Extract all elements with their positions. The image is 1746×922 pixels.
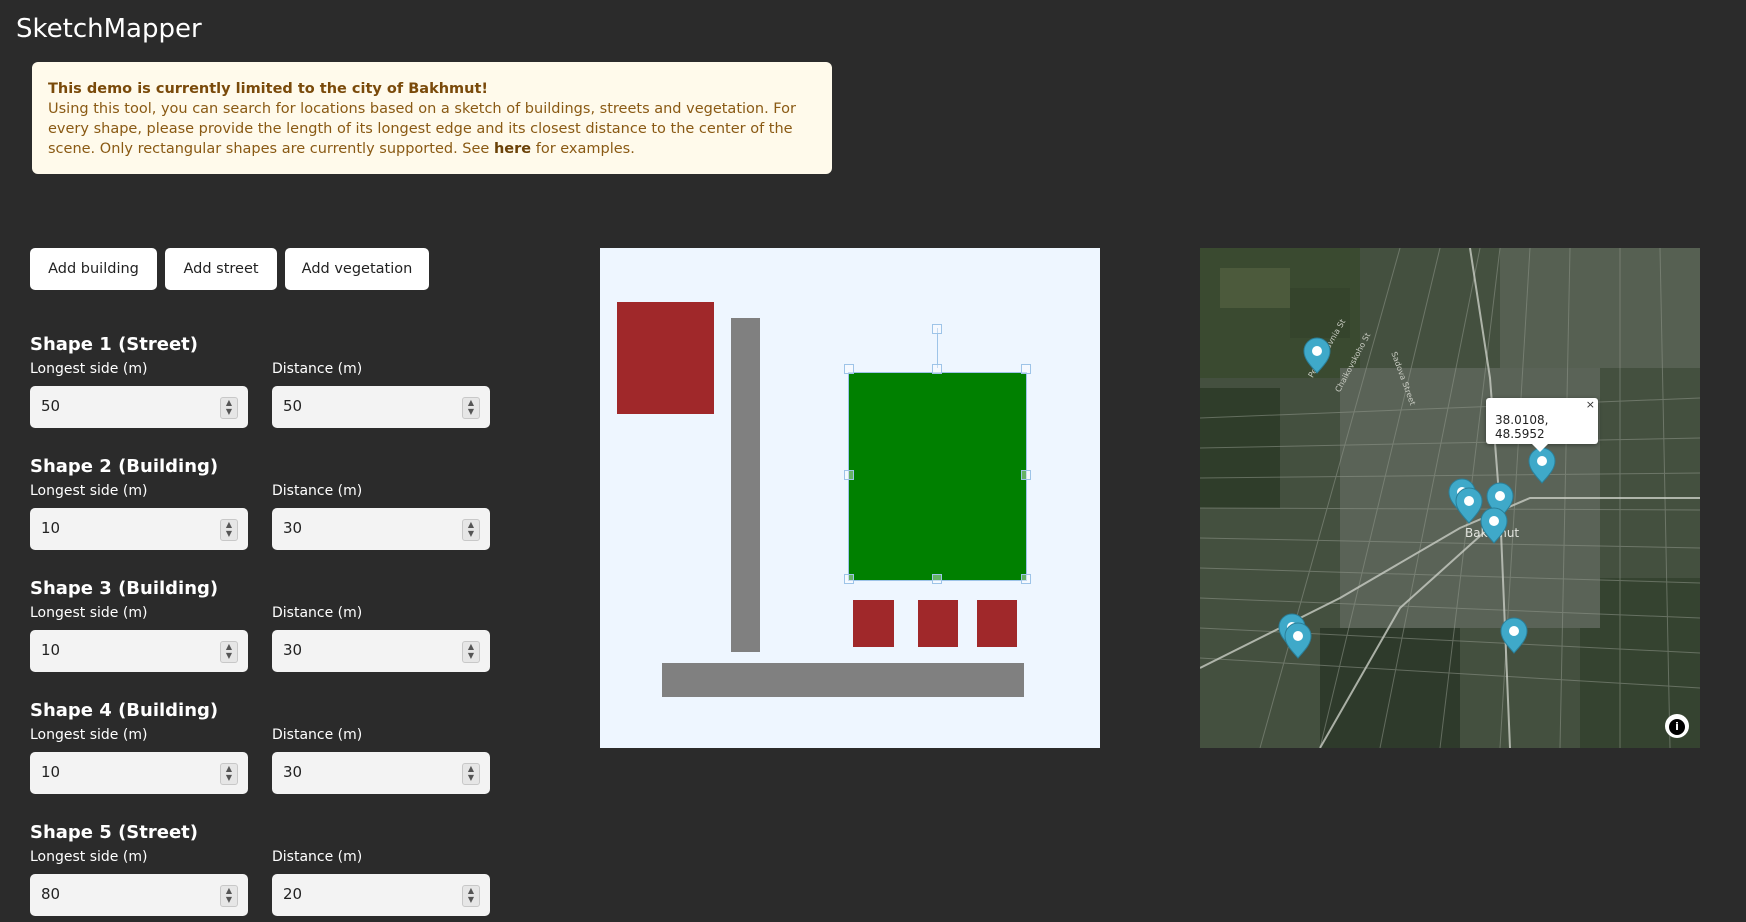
stepper-icon[interactable]: ▲ ▼: [220, 763, 238, 785]
shape-5-distance-input[interactable]: 20 ▲ ▼: [272, 874, 490, 916]
resize-handle[interactable]: [932, 364, 942, 374]
map-marker-icon[interactable]: [1528, 447, 1556, 484]
map-markers: [1278, 337, 1556, 659]
shape-4-title: Shape 4 (Building): [30, 700, 219, 721]
info-glyph: i: [1669, 719, 1685, 735]
coordinates-popup: × 38.0108, 48.5952: [1486, 398, 1598, 452]
resize-handle[interactable]: [844, 470, 854, 480]
resize-handle[interactable]: [1021, 574, 1031, 584]
add-street-button[interactable]: Add street: [165, 248, 277, 290]
shape-3-distance-input[interactable]: 30 ▲ ▼: [272, 630, 490, 672]
building-shape[interactable]: [918, 600, 958, 647]
demo-notice: This demo is currently limited to the ci…: [32, 62, 832, 174]
map-marker-icon[interactable]: [1303, 337, 1331, 374]
street-shape[interactable]: [731, 318, 760, 652]
popup-coordinates: 38.0108, 48.5952: [1495, 413, 1549, 441]
shape-4-distance-input[interactable]: 30 ▲ ▼: [272, 752, 490, 794]
resize-handle[interactable]: [844, 574, 854, 584]
shape-1-distance-input[interactable]: 50 ▲ ▼: [272, 386, 490, 428]
notice-heading: This demo is currently limited to the ci…: [48, 81, 489, 97]
stepper-icon[interactable]: ▲ ▼: [462, 519, 480, 541]
notice-body: Using this tool, you can search for loca…: [48, 101, 796, 157]
close-icon[interactable]: ×: [1586, 398, 1595, 411]
stepper-icon[interactable]: ▲ ▼: [462, 885, 480, 907]
notice-tail: for examples.: [535, 141, 635, 157]
resize-handle[interactable]: [1021, 364, 1031, 374]
shape-4-distance-value: 30: [283, 763, 303, 781]
shape-2-distance-label: Distance (m): [272, 483, 363, 499]
shape-3-distance-value: 30: [283, 641, 303, 659]
stepper-icon[interactable]: ▲ ▼: [462, 641, 480, 663]
stepper-icon[interactable]: ▲ ▼: [220, 519, 238, 541]
building-shape[interactable]: [977, 600, 1017, 647]
map-marker-icon[interactable]: [1480, 507, 1508, 544]
shape-2-distance-input[interactable]: 30 ▲ ▼: [272, 508, 490, 550]
shape-2-title: Shape 2 (Building): [30, 456, 219, 477]
stepper-icon[interactable]: ▲ ▼: [220, 885, 238, 907]
rotate-handle[interactable]: [932, 324, 942, 334]
building-shape[interactable]: [617, 302, 714, 414]
info-icon[interactable]: i: [1665, 714, 1689, 738]
stepper-icon[interactable]: ▲ ▼: [462, 397, 480, 419]
shape-3-title: Shape 3 (Building): [30, 578, 219, 599]
shape-3-longest-input[interactable]: 10 ▲ ▼: [30, 630, 248, 672]
stepper-icon[interactable]: ▲ ▼: [220, 397, 238, 419]
stepper-icon[interactable]: ▲ ▼: [462, 763, 480, 785]
shape-1-longest-value: 50: [41, 397, 61, 415]
vegetation-shape[interactable]: [848, 372, 1027, 581]
resize-handle[interactable]: [932, 574, 942, 584]
map-marker-icon[interactable]: [1284, 622, 1312, 659]
shape-2-longest-input[interactable]: 10 ▲ ▼: [30, 508, 248, 550]
resize-handle[interactable]: [1021, 470, 1031, 480]
rotation-handle-line: [937, 328, 938, 368]
building-shape[interactable]: [853, 600, 894, 647]
sketch-canvas[interactable]: [600, 248, 1100, 748]
shape-1-distance-value: 50: [283, 397, 303, 415]
shape-3-longest-value: 10: [41, 641, 61, 659]
map-marker-icon[interactable]: [1455, 487, 1483, 524]
shape-4-longest-input[interactable]: 10 ▲ ▼: [30, 752, 248, 794]
stepper-icon[interactable]: ▲ ▼: [220, 641, 238, 663]
shape-5-longest-input[interactable]: 80 ▲ ▼: [30, 874, 248, 916]
map-view[interactable]: Pershotravnia St Chaikovskoho St Sadova …: [1200, 248, 1700, 748]
shape-5-longest-value: 80: [41, 885, 61, 903]
shape-2-longest-value: 10: [41, 519, 61, 537]
shape-2-distance-value: 30: [283, 519, 303, 537]
shape-4-longest-label: Longest side (m): [30, 727, 148, 743]
shape-1-longest-label: Longest side (m): [30, 361, 148, 377]
shape-3-longest-label: Longest side (m): [30, 605, 148, 621]
shape-1-distance-label: Distance (m): [272, 361, 363, 377]
shape-5-distance-value: 20: [283, 885, 303, 903]
shape-5-title: Shape 5 (Street): [30, 822, 198, 843]
shape-2-longest-label: Longest side (m): [30, 483, 148, 499]
street-shape[interactable]: [662, 663, 1024, 697]
shape-1-longest-input[interactable]: 50 ▲ ▼: [30, 386, 248, 428]
map-marker-icon[interactable]: [1500, 617, 1528, 654]
shape-4-longest-value: 10: [41, 763, 61, 781]
shape-5-distance-label: Distance (m): [272, 849, 363, 865]
examples-link[interactable]: here: [494, 141, 531, 157]
add-building-button[interactable]: Add building: [30, 248, 157, 290]
resize-handle[interactable]: [844, 364, 854, 374]
shape-1-title: Shape 1 (Street): [30, 334, 198, 355]
shape-3-distance-label: Distance (m): [272, 605, 363, 621]
shape-4-distance-label: Distance (m): [272, 727, 363, 743]
shape-5-longest-label: Longest side (m): [30, 849, 148, 865]
app-title: SketchMapper: [16, 14, 202, 44]
add-vegetation-button[interactable]: Add vegetation: [285, 248, 429, 290]
